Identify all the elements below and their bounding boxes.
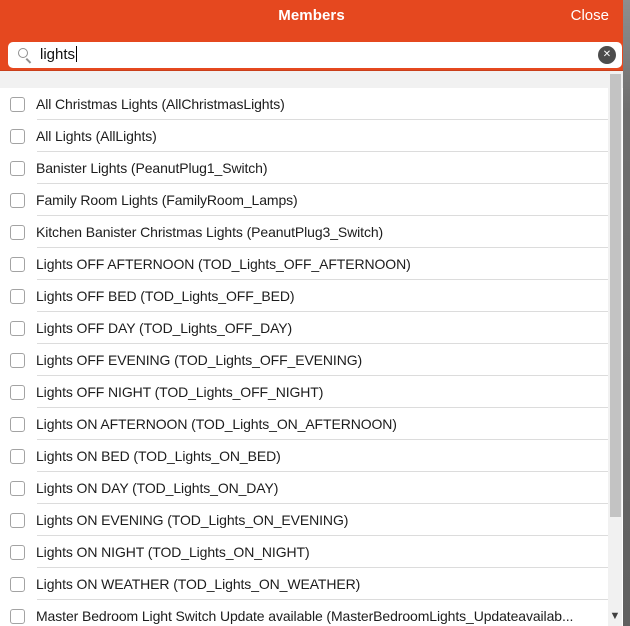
member-label: Lights OFF BED (TOD_Lights_OFF_BED) (36, 288, 294, 304)
member-label: Banister Lights (PeanutPlug1_Switch) (36, 160, 267, 176)
member-checkbox[interactable] (10, 129, 25, 144)
member-checkbox[interactable] (10, 481, 25, 496)
member-checkbox[interactable] (10, 161, 25, 176)
member-label: Lights ON NIGHT (TOD_Lights_ON_NIGHT) (36, 544, 310, 560)
members-dialog-window: Members Close lights ✕ All Christmas Lig… (0, 0, 630, 626)
member-row[interactable]: All Lights (AllLights) (0, 120, 623, 152)
member-row[interactable]: Banister Lights (PeanutPlug1_Switch) (0, 152, 623, 184)
member-checkbox[interactable] (10, 449, 25, 464)
member-checkbox[interactable] (10, 225, 25, 240)
member-label: Lights OFF DAY (TOD_Lights_OFF_DAY) (36, 320, 292, 336)
member-label: Lights ON AFTERNOON (TOD_Lights_ON_AFTER… (36, 416, 397, 432)
member-row[interactable]: Kitchen Banister Christmas Lights (Peanu… (0, 216, 623, 248)
member-checkbox[interactable] (10, 609, 25, 624)
scrollbar-thumb[interactable] (610, 74, 621, 517)
member-row[interactable]: Lights OFF NIGHT (TOD_Lights_OFF_NIGHT) (0, 376, 623, 408)
member-checkbox[interactable] (10, 353, 25, 368)
dialog-header: Members Close lights ✕ (0, 0, 623, 71)
text-caret (76, 46, 77, 62)
member-row[interactable]: Lights OFF DAY (TOD_Lights_OFF_DAY) (0, 312, 623, 344)
member-checkbox[interactable] (10, 289, 25, 304)
member-row[interactable]: Master Bedroom Light Switch Update avail… (0, 600, 623, 626)
member-row[interactable]: Lights ON WEATHER (TOD_Lights_ON_WEATHER… (0, 568, 623, 600)
member-row[interactable]: Lights OFF EVENING (TOD_Lights_OFF_EVENI… (0, 344, 623, 376)
member-checkbox[interactable] (10, 97, 25, 112)
member-row[interactable]: Lights ON EVENING (TOD_Lights_ON_EVENING… (0, 504, 623, 536)
member-row[interactable]: All Christmas Lights (AllChristmasLights… (0, 88, 623, 120)
member-label: All Christmas Lights (AllChristmasLights… (36, 96, 285, 112)
member-label: Lights ON EVENING (TOD_Lights_ON_EVENING… (36, 512, 348, 528)
close-button[interactable]: Close (571, 7, 609, 24)
member-checkbox[interactable] (10, 577, 25, 592)
member-row[interactable]: Lights OFF BED (TOD_Lights_OFF_BED) (0, 280, 623, 312)
member-checkbox[interactable] (10, 385, 25, 400)
search-input[interactable]: lights ✕ (8, 42, 622, 68)
dialog-title: Members (0, 7, 623, 24)
member-label: Lights ON BED (TOD_Lights_ON_BED) (36, 448, 281, 464)
member-row[interactable]: Family Room Lights (FamilyRoom_Lamps) (0, 184, 623, 216)
member-label: Lights OFF EVENING (TOD_Lights_OFF_EVENI… (36, 352, 362, 368)
member-checkbox[interactable] (10, 417, 25, 432)
member-label: All Lights (AllLights) (36, 128, 157, 144)
member-label: Lights ON DAY (TOD_Lights_ON_DAY) (36, 480, 278, 496)
list-top-strip (0, 71, 623, 88)
member-label: Kitchen Banister Christmas Lights (Peanu… (36, 224, 383, 240)
member-row[interactable]: Lights ON DAY (TOD_Lights_ON_DAY) (0, 472, 623, 504)
clear-search-icon[interactable]: ✕ (598, 46, 616, 64)
member-row[interactable]: Lights ON BED (TOD_Lights_ON_BED) (0, 440, 623, 472)
members-dialog: Members Close lights ✕ All Christmas Lig… (0, 0, 623, 626)
member-row[interactable]: Lights ON AFTERNOON (TOD_Lights_ON_AFTER… (0, 408, 623, 440)
scroll-down-arrow-icon[interactable]: ▼ (608, 610, 622, 624)
members-list: All Christmas Lights (AllChristmasLights… (0, 88, 623, 626)
scrollbar-track[interactable]: ▼ (608, 71, 622, 626)
member-checkbox[interactable] (10, 257, 25, 272)
member-row[interactable]: Lights OFF AFTERNOON (TOD_Lights_OFF_AFT… (0, 248, 623, 280)
member-checkbox[interactable] (10, 321, 25, 336)
window-edge-strip (623, 0, 630, 626)
member-checkbox[interactable] (10, 545, 25, 560)
member-label: Lights OFF NIGHT (TOD_Lights_OFF_NIGHT) (36, 384, 323, 400)
member-checkbox[interactable] (10, 513, 25, 528)
search-value: lights (40, 46, 77, 63)
member-label: Lights ON WEATHER (TOD_Lights_ON_WEATHER… (36, 576, 360, 592)
member-label: Family Room Lights (FamilyRoom_Lamps) (36, 192, 298, 208)
member-label: Master Bedroom Light Switch Update avail… (36, 608, 573, 624)
member-row[interactable]: Lights ON NIGHT (TOD_Lights_ON_NIGHT) (0, 536, 623, 568)
magnifier-icon (18, 48, 28, 58)
member-label: Lights OFF AFTERNOON (TOD_Lights_OFF_AFT… (36, 256, 411, 272)
member-checkbox[interactable] (10, 193, 25, 208)
